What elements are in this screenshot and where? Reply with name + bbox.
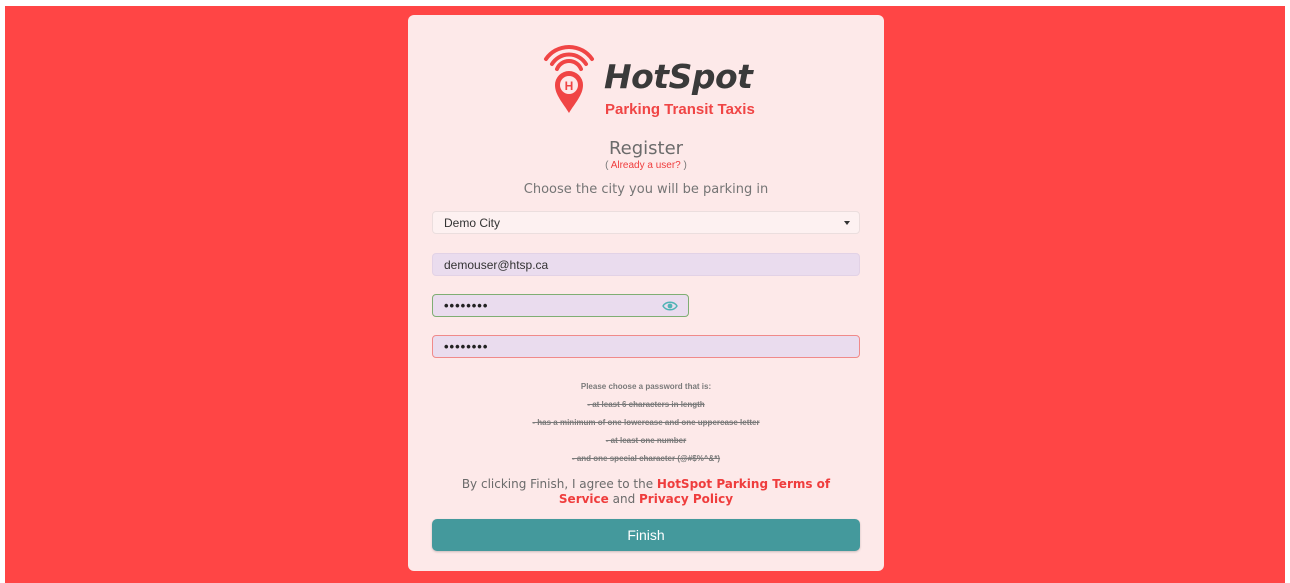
email-value: demouser@htsp.ca: [444, 257, 549, 272]
already-user-row: ( Already a user? ): [408, 160, 884, 171]
password-requirements: Please choose a password that is: - at l…: [408, 378, 884, 468]
requirements-heading: Please choose a password that is:: [580, 382, 712, 391]
password-value: ••••••••: [444, 298, 489, 313]
already-user-link[interactable]: Already a user?: [611, 160, 681, 171]
svg-text:H: H: [565, 79, 574, 93]
requirement-item: - at least one number: [605, 436, 687, 445]
finish-button[interactable]: Finish: [432, 519, 860, 551]
confirm-password-field[interactable]: ••••••••: [432, 335, 860, 358]
city-select[interactable]: Demo City: [432, 211, 860, 234]
hotspot-logo: H HotSpot Parking Transit Taxis: [538, 37, 758, 118]
email-field[interactable]: demouser@htsp.ca: [432, 253, 860, 276]
login-suffix: ): [680, 160, 687, 171]
brand-name: HotSpot: [604, 57, 753, 96]
privacy-policy-link[interactable]: Privacy Policy: [639, 492, 733, 506]
terms-agreement: By clicking Finish, I agree to the HotSp…: [444, 477, 848, 507]
page-title: Register: [608, 138, 684, 159]
register-card: H HotSpot Parking Transit Taxis Register…: [408, 15, 884, 571]
requirement-item: - and one special character (@#$%^&*): [571, 454, 721, 463]
requirement-item: - at least 6 characters in length: [587, 400, 705, 409]
requirement-item: - has a minimum of one lowercase and one…: [532, 418, 760, 427]
city-select-value: Demo City: [444, 215, 501, 230]
city-prompt: Choose the city you will be parking in: [523, 182, 769, 197]
password-field[interactable]: ••••••••: [432, 294, 689, 317]
confirm-password-value: ••••••••: [444, 339, 489, 354]
terms-prefix: By clicking Finish, I agree to the: [461, 477, 657, 491]
eye-icon[interactable]: [662, 300, 678, 312]
brand-tagline: Parking Transit Taxis: [605, 101, 755, 118]
terms-middle: and: [608, 492, 640, 506]
location-pin-wifi-icon: H: [544, 45, 594, 113]
caret-down-icon: [844, 221, 850, 225]
